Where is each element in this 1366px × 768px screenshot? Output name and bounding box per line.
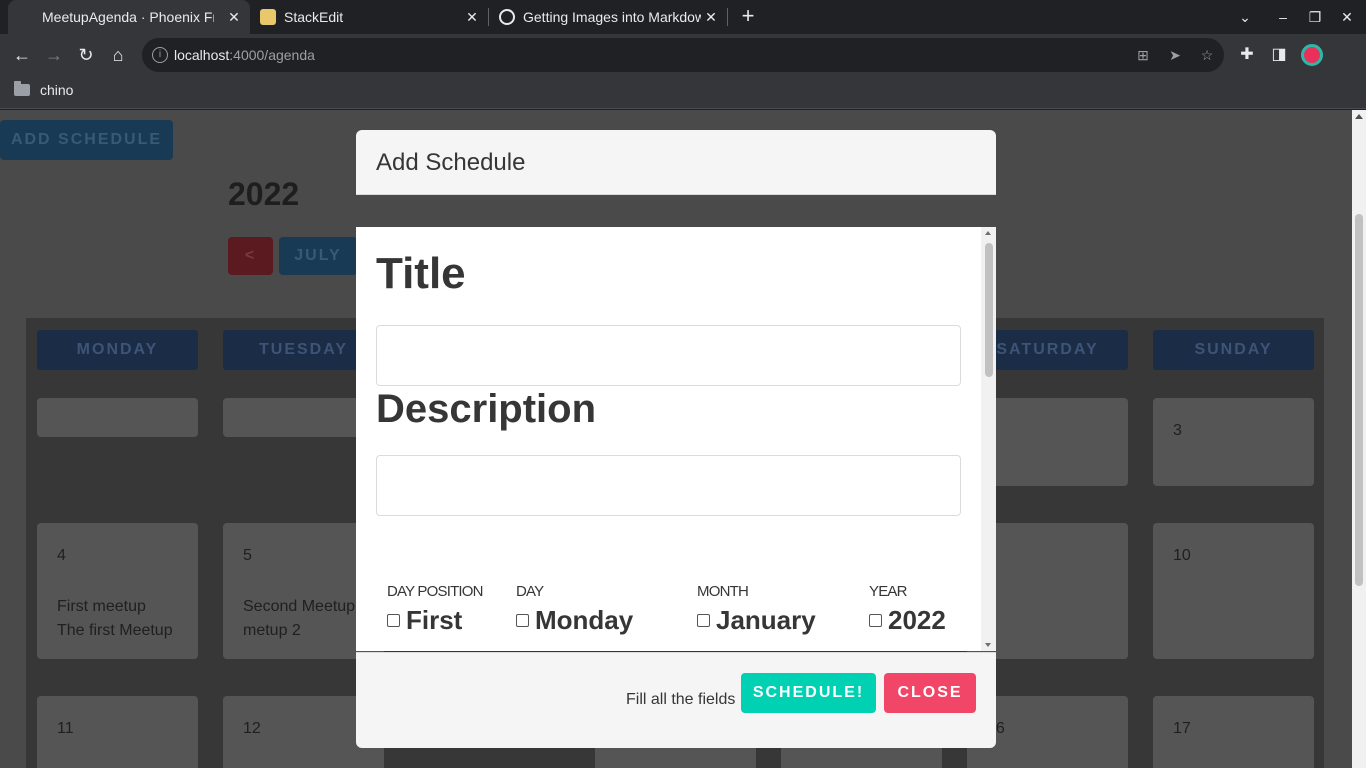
year-label: YEAR (869, 583, 907, 600)
month-option[interactable]: January (697, 605, 816, 636)
event-entry[interactable]: Second Meetup metup 2 (243, 595, 355, 643)
scroll-up-arrow-icon[interactable] (1355, 114, 1363, 119)
page-scrollbar-thumb[interactable] (1355, 214, 1363, 586)
year-checkbox[interactable] (869, 614, 882, 627)
modal-scrollbar[interactable] (981, 227, 996, 651)
calendar-cell-17[interactable]: 17 (1153, 696, 1314, 768)
event-title: First meetup (57, 598, 146, 615)
day-number: 4 (57, 547, 66, 564)
calendar-cell-4[interactable]: 4 First meetup The first Meetup (37, 523, 198, 659)
modal-title: Add Schedule (376, 149, 526, 176)
minimize-icon[interactable]: – (1274, 8, 1292, 26)
tab-getting-images[interactable]: Getting Images into Markdown ✕ (489, 0, 727, 34)
title-label: Title (376, 249, 466, 298)
tab-title: MeetupAgenda · Phoenix Framework (42, 9, 214, 25)
day-number: 5 (243, 547, 252, 564)
calendar-cell-3[interactable]: 3 (1153, 398, 1314, 486)
tab-meetup-agenda[interactable]: MeetupAgenda · Phoenix Framework ✕ (8, 0, 250, 34)
close-tab-icon[interactable]: ✕ (464, 9, 480, 25)
month-checkbox[interactable] (697, 614, 710, 627)
new-tab-icon[interactable]: + (737, 5, 759, 28)
weekday-header-sunday: SUNDAY (1153, 330, 1314, 370)
day-number: 10 (1173, 547, 1191, 564)
url-host: localhost (174, 47, 230, 63)
schedule-button[interactable]: SCHEDULE! (741, 673, 876, 713)
reload-icon[interactable]: ↻ (74, 43, 98, 67)
day-number: 17 (1173, 720, 1191, 737)
event-description: The first Meetup (57, 622, 173, 639)
browser-window: MeetupAgenda · Phoenix Framework ✕ Stack… (0, 0, 1366, 768)
bookmark-star-icon[interactable]: ☆ (1198, 46, 1216, 64)
previous-month-button[interactable]: < (228, 237, 273, 275)
year-heading: 2022 (228, 176, 300, 212)
day-number: 12 (243, 720, 261, 737)
year-option-label: 2022 (888, 605, 946, 635)
modal-header: Add Schedule (356, 130, 996, 195)
title-input[interactable] (376, 325, 961, 386)
weekday-header-monday: MONDAY (37, 330, 198, 370)
tab-title: Getting Images into Markdown (523, 9, 701, 25)
bookmark-label: chino (40, 82, 74, 98)
url-path: :4000/agenda (229, 47, 315, 63)
day-option[interactable]: Monday (516, 605, 633, 636)
back-icon[interactable]: ← (10, 43, 34, 67)
side-panel-icon[interactable]: ◨ (1267, 43, 1291, 67)
restore-icon[interactable]: ❐ (1306, 8, 1324, 26)
day-label: DAY (516, 583, 544, 600)
send-icon[interactable]: ➤ (1166, 46, 1184, 64)
tab-strip: MeetupAgenda · Phoenix Framework ✕ Stack… (0, 0, 1366, 34)
modal-scrollbar-thumb[interactable] (985, 243, 993, 377)
calendar-cell-11[interactable]: 11 (37, 696, 198, 768)
day-position-label: DAY POSITION (387, 583, 484, 600)
modal-body: Title Description DAY POSITION First DAY… (356, 227, 996, 651)
close-tab-icon[interactable]: ✕ (703, 9, 719, 25)
browser-toolbar: ← → ↻ ⌂ i localhost:4000/agenda ⊞ ➤ ☆ ✚ … (0, 34, 1366, 76)
year-option[interactable]: 2022 (869, 605, 946, 636)
folder-icon (14, 81, 30, 96)
tab-divider (727, 8, 728, 26)
close-button[interactable]: CLOSE (884, 673, 976, 713)
close-window-icon[interactable]: ✕ (1338, 8, 1356, 26)
add-schedule-button[interactable]: ADD SCHEDULE (0, 120, 173, 160)
phoenix-favicon-icon (18, 9, 34, 25)
site-info-icon[interactable]: i (152, 47, 168, 63)
day-option-label: Monday (535, 605, 634, 635)
day-position-option-label: First (406, 605, 463, 635)
month-label: MONTH (697, 583, 749, 600)
modal-footer: Fill all the fields SCHEDULE! CLOSE (356, 652, 996, 748)
address-bar[interactable]: i localhost:4000/agenda ⊞ ➤ ☆ (142, 38, 1224, 72)
globe-icon (499, 9, 515, 25)
event-entry[interactable]: First meetup The first Meetup (57, 595, 173, 643)
close-tab-icon[interactable]: ✕ (226, 9, 242, 25)
url-text[interactable]: localhost:4000/agenda (174, 47, 315, 63)
day-position-checkbox[interactable] (387, 614, 400, 627)
scroll-down-arrow-icon[interactable] (985, 643, 991, 647)
day-checkbox[interactable] (516, 614, 529, 627)
bookmark-folder-chino[interactable]: chino (14, 81, 74, 98)
bookmarks-bar: chino (0, 76, 1366, 109)
tab-search-chevron-icon[interactable]: ⌄ (1236, 8, 1254, 26)
month-option-label: January (716, 605, 816, 635)
month-button[interactable]: JULY (279, 237, 357, 275)
description-label: Description (376, 387, 597, 431)
description-input[interactable] (376, 455, 961, 516)
day-number: 11 (57, 720, 74, 737)
translate-icon[interactable]: ⊞ (1134, 46, 1152, 64)
form-hint: Fill all the fields (626, 691, 736, 708)
day-number: 3 (1173, 422, 1182, 439)
home-icon[interactable]: ⌂ (106, 43, 130, 67)
tab-title: StackEdit (284, 9, 344, 25)
extensions-icon[interactable]: ✚ (1235, 43, 1259, 67)
forward-icon[interactable]: → (42, 43, 66, 67)
page-scrollbar[interactable] (1352, 110, 1366, 768)
day-position-option[interactable]: First (387, 605, 462, 636)
event-description: metup 2 (243, 622, 301, 639)
tab-stackedit[interactable]: StackEdit ✕ (250, 0, 488, 34)
event-title: Second Meetup (243, 598, 356, 615)
profile-avatar[interactable] (1301, 44, 1323, 66)
scroll-up-arrow-icon[interactable] (985, 231, 991, 235)
calendar-cell-10[interactable]: 10 (1153, 523, 1314, 659)
calendar-cell-empty[interactable] (37, 398, 198, 437)
stackedit-favicon-icon (260, 9, 276, 25)
